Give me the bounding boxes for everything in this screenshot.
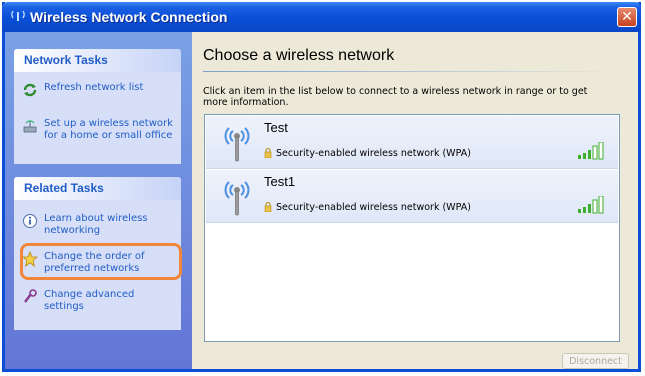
window-title: Wireless Network Connection: [30, 9, 228, 25]
wireless-network-window: Wireless Network Connection ✕ Network Ta…: [2, 2, 641, 372]
change-advanced-settings-link[interactable]: Change advanced settings: [14, 289, 181, 313]
info-icon: [22, 213, 38, 229]
wireless-icon: [10, 8, 26, 25]
settings-icon: [22, 289, 38, 305]
close-icon: ✕: [621, 9, 633, 25]
main-panel: Choose a wireless network Click an item …: [192, 32, 638, 369]
network-security: Security-enabled wireless network (WPA): [276, 148, 471, 159]
setup-wireless-network-label: Set up a wireless network for a home or …: [44, 118, 173, 141]
lock-icon: [264, 202, 272, 213]
wireless-antenna-icon: [220, 123, 254, 163]
refresh-network-list-label: Refresh network list: [44, 82, 144, 93]
refresh-network-list-link[interactable]: Refresh network list: [14, 82, 181, 97]
learn-about-wireless-label: Learn about wireless networking: [44, 213, 148, 236]
instructions-text: Click an item in the list below to conne…: [203, 86, 588, 108]
change-advanced-settings-label: Change advanced settings: [44, 289, 135, 312]
setup-wireless-network-link[interactable]: Set up a wireless network for a home or …: [14, 118, 181, 142]
network-tasks-group: Network Tasks Refresh network list Set u…: [14, 49, 181, 164]
task-pane: Network Tasks Refresh network list Set u…: [5, 32, 192, 369]
highlight-callout: [20, 243, 182, 280]
wireless-antenna-icon: [220, 177, 254, 217]
title-divider: [203, 71, 620, 72]
related-tasks-header: Related Tasks: [14, 177, 181, 200]
network-item-test1[interactable]: Test1 Security-enabled wireless network …: [206, 170, 618, 223]
setup-wizard-icon: [22, 118, 38, 134]
lock-icon: [264, 148, 272, 159]
learn-about-wireless-link[interactable]: Learn about wireless networking: [14, 213, 181, 237]
signal-strength-icon: [578, 195, 606, 214]
disconnect-button[interactable]: Disconnect: [562, 353, 629, 369]
title-bar[interactable]: Wireless Network Connection ✕: [2, 2, 641, 32]
network-tasks-header: Network Tasks: [14, 49, 181, 72]
network-item-test[interactable]: Test Security-enabled wireless network (…: [206, 116, 618, 169]
close-button[interactable]: ✕: [617, 7, 637, 27]
refresh-icon: [22, 82, 38, 98]
network-name: Test: [264, 120, 288, 135]
page-title: Choose a wireless network: [203, 47, 395, 64]
network-name: Test1: [264, 174, 296, 189]
network-security: Security-enabled wireless network (WPA): [276, 202, 471, 213]
signal-strength-icon: [578, 141, 606, 160]
network-list[interactable]: Test Security-enabled wireless network (…: [204, 114, 620, 342]
